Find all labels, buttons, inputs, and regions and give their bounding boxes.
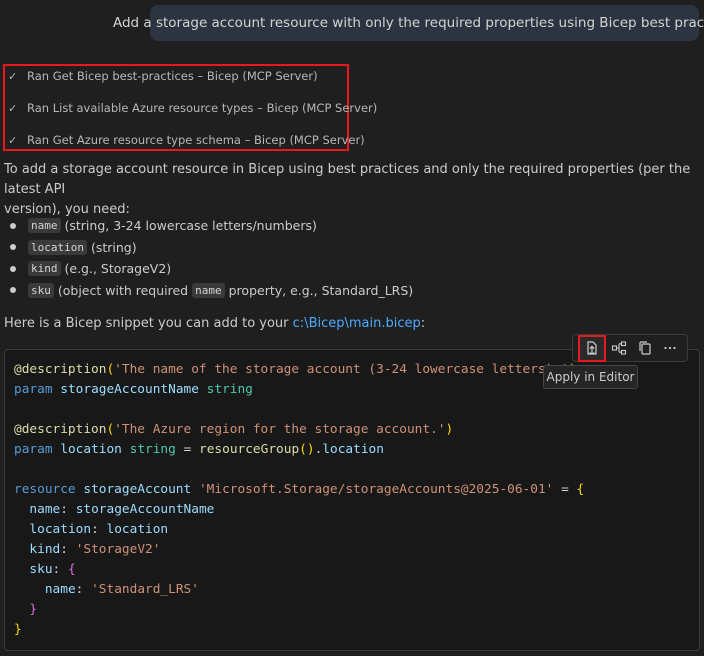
more-actions-button[interactable] xyxy=(658,336,682,360)
bullet-icon xyxy=(10,287,16,294)
apply-in-editor-icon xyxy=(587,341,597,355)
insert-button[interactable] xyxy=(607,336,631,360)
copy-button[interactable] xyxy=(633,336,657,360)
code-content: @description('The name of the storage ac… xyxy=(14,362,585,637)
list-item-text: (e.g., StorageV2) xyxy=(64,261,172,277)
inline-code: kind xyxy=(28,261,61,277)
tool-call-label: Ran List available Azure resource types … xyxy=(27,101,378,115)
apply-in-editor-button[interactable] xyxy=(577,334,606,362)
user-message-bubble: Add a storage account resource with only… xyxy=(113,5,704,41)
more-icon xyxy=(664,346,676,350)
check-icon: ✓ xyxy=(8,133,18,147)
list-item-text: (object with required xyxy=(57,282,189,298)
snippet-intro: Here is a Bicep snippet you can add to y… xyxy=(4,314,425,334)
list-item: sku (object with required name property,… xyxy=(10,280,413,302)
code-block: @description('The name of the storage ac… xyxy=(4,349,700,651)
list-item: location (string) xyxy=(10,237,413,259)
copy-icon xyxy=(639,341,651,355)
bullet-icon xyxy=(10,222,16,229)
insert-icon xyxy=(612,341,627,355)
list-item-text: (string) xyxy=(90,239,137,255)
bullet-icon xyxy=(10,244,16,251)
check-icon: ✓ xyxy=(8,101,18,115)
inline-code: sku xyxy=(28,282,54,298)
intro-paragraph: To add a storage account resource in Bic… xyxy=(4,160,704,220)
tool-call-item[interactable]: ✓ Ran Get Bicep best-practices – Bicep (… xyxy=(8,68,318,84)
list-item: name (string, 3-24 lowercase letters/num… xyxy=(10,215,413,237)
snippet-intro-suffix: : xyxy=(420,316,426,331)
snippet-intro-text: Here is a Bicep snippet you can add to y… xyxy=(4,316,293,331)
code-block-toolbar xyxy=(572,334,688,362)
inline-code: name xyxy=(28,218,61,234)
inline-code: name xyxy=(192,282,225,298)
required-properties-list: name (string, 3-24 lowercase letters/num… xyxy=(10,215,413,301)
user-message-text: Add a storage account resource with only… xyxy=(112,15,704,31)
tool-call-item[interactable]: ✓ Ran List available Azure resource type… xyxy=(8,100,377,116)
tool-call-label: Ran Get Azure resource type schema – Bic… xyxy=(27,133,365,147)
intro-line: To add a storage account resource in Bic… xyxy=(4,162,691,197)
list-item: kind (e.g., StorageV2) xyxy=(10,258,413,280)
apply-in-editor-tooltip: Apply in Editor xyxy=(543,365,638,389)
list-item-text: property, e.g., Standard_LRS) xyxy=(228,282,414,298)
bullet-icon xyxy=(10,265,16,272)
tool-call-item[interactable]: ✓ Ran Get Azure resource type schema – B… xyxy=(8,132,365,148)
check-icon: ✓ xyxy=(8,69,18,83)
inline-code: location xyxy=(28,239,87,255)
tool-call-label: Ran Get Bicep best-practices – Bicep (MC… xyxy=(27,69,318,83)
list-item-text: (string, 3-24 lowercase letters/numbers) xyxy=(64,218,317,234)
file-link[interactable]: c:\Bicep\main.bicep xyxy=(293,316,421,331)
